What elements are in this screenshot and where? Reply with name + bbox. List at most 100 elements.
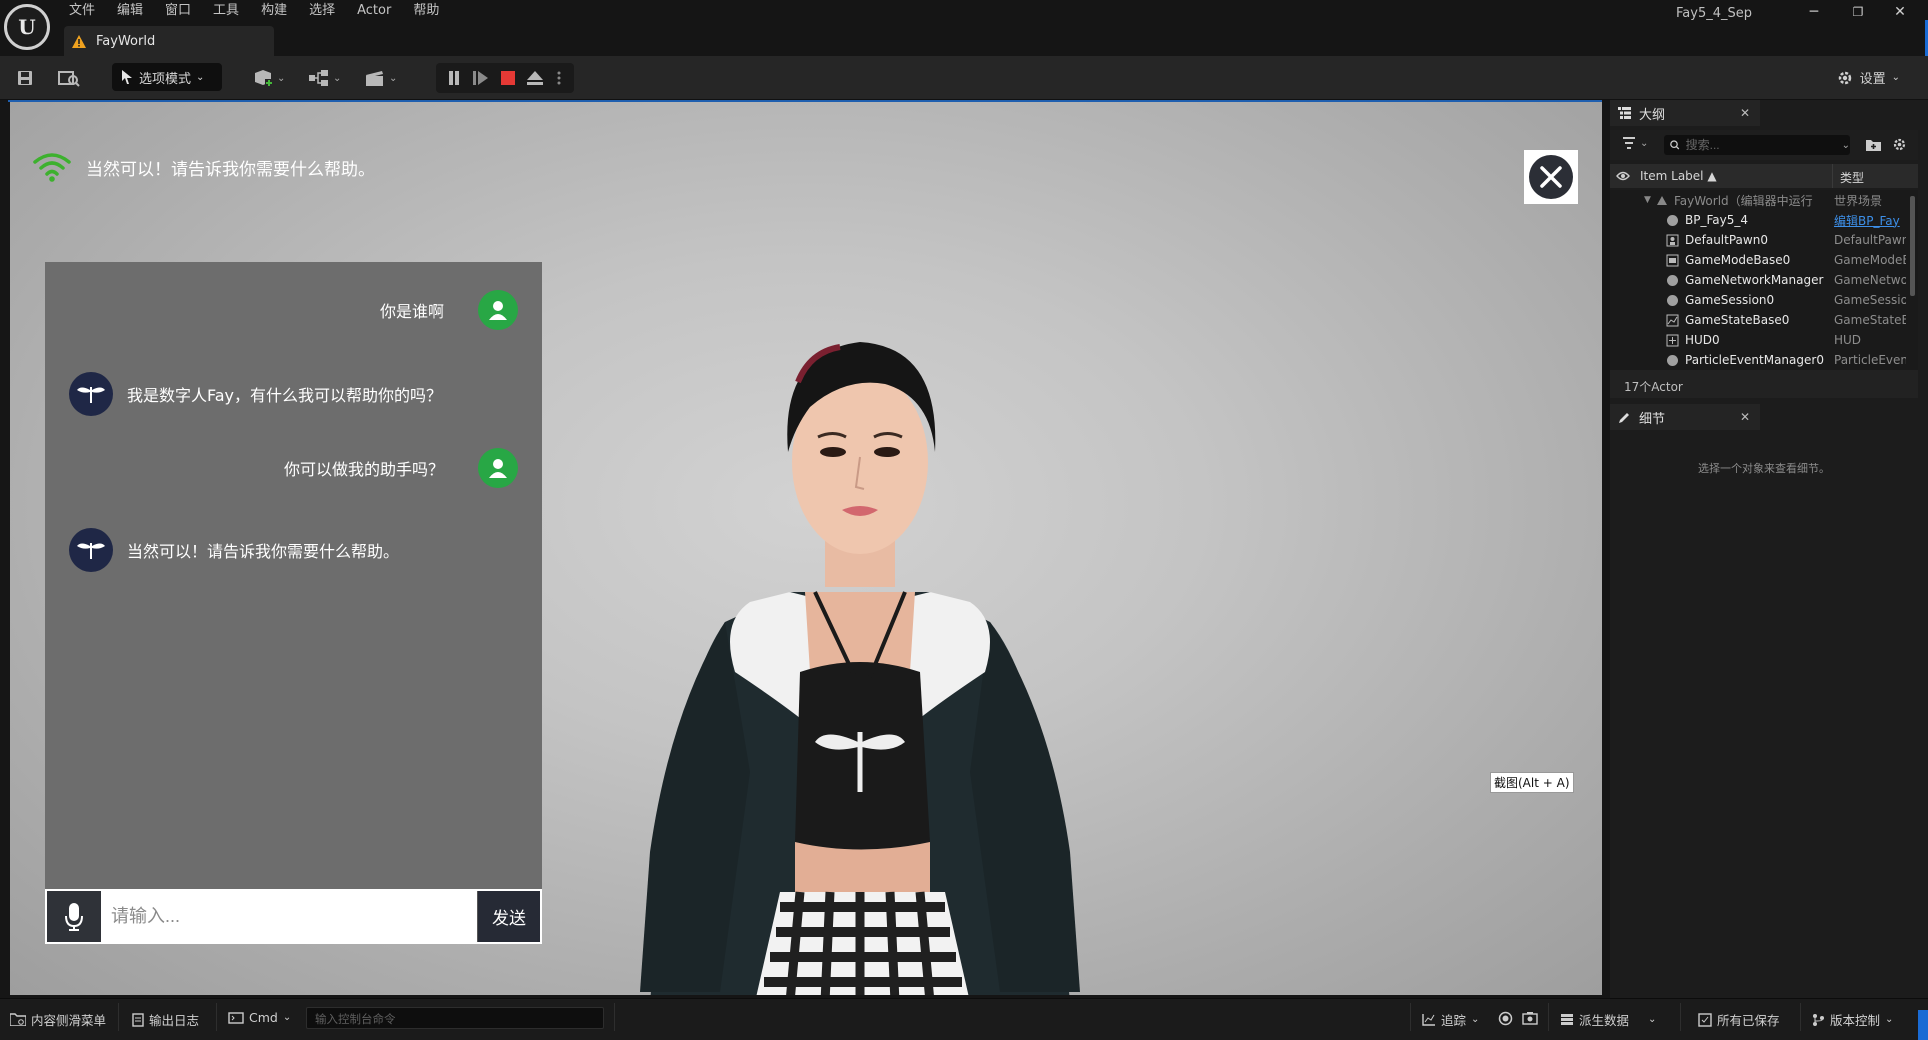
tree-row[interactable]: DefaultPawn0 DefaultPawn: [1610, 230, 1906, 250]
menu-window[interactable]: 窗口: [154, 3, 202, 19]
trace-label: 追踪: [1441, 1013, 1467, 1028]
visibility-eye-icon[interactable]: [1616, 171, 1630, 181]
console-command-box[interactable]: [306, 1007, 604, 1030]
column-divider: [1832, 164, 1833, 188]
chat-input[interactable]: [103, 891, 475, 942]
selection-mode-dropdown[interactable]: 选项模式 ⌄: [112, 63, 222, 91]
actor-name: ParticleEventManager0: [1685, 353, 1824, 367]
menu-help[interactable]: 帮助: [402, 3, 450, 19]
cursor-icon: [122, 70, 132, 84]
actor-name: GameModeBase0: [1685, 253, 1791, 267]
tree-row[interactable]: BP_Fay5_4 编辑BP_Fay: [1610, 210, 1906, 230]
close-tab-icon[interactable]: ✕: [1740, 106, 1750, 120]
menu-edit[interactable]: 编辑: [106, 3, 154, 19]
unreal-logo-icon[interactable]: U: [4, 4, 50, 50]
search-icon: [1670, 140, 1680, 150]
tree-row[interactable]: ParticleEventManager0 ParticleEven: [1610, 350, 1906, 370]
trace-dropdown[interactable]: 追踪 ⌄: [1422, 1010, 1479, 1029]
microphone-icon: [65, 902, 83, 931]
screenshot-tooltip: 截图(Alt + A): [1490, 772, 1574, 793]
actor-type-link[interactable]: 编辑BP_Fay: [1834, 212, 1906, 229]
output-log-button[interactable]: 输出日志: [132, 1010, 199, 1029]
chevron-down-icon: ⌄: [196, 71, 205, 83]
source-control-dropdown[interactable]: 版本控制 ⌄: [1812, 1010, 1893, 1029]
hud-icon: [1666, 334, 1679, 346]
actor-type: HUD: [1834, 333, 1862, 347]
send-button[interactable]: 发送: [477, 891, 540, 942]
menu-actor[interactable]: Actor: [346, 3, 402, 19]
separator: [1410, 1003, 1411, 1031]
close-window-button[interactable]: ✕: [1878, 2, 1922, 22]
close-chat-button[interactable]: [1524, 150, 1578, 204]
digital-human-character: [640, 342, 1080, 995]
separator: [1680, 1003, 1681, 1031]
actor-name: GameSession0: [1685, 293, 1775, 307]
outliner-scrollbar[interactable]: [1910, 190, 1915, 396]
more-options-icon[interactable]: [556, 70, 562, 86]
fay-avatar-icon: [69, 528, 113, 572]
console-command-input[interactable]: [307, 1010, 603, 1030]
tab-details[interactable]: 细节 ✕: [1610, 404, 1760, 430]
details-panel: [1610, 430, 1928, 990]
eject-icon[interactable]: [526, 70, 544, 86]
screenshot-icon[interactable]: [1522, 1011, 1538, 1025]
cinematics-icon[interactable]: ⌄: [364, 66, 397, 90]
column-item-label[interactable]: Item Label ▲: [1640, 169, 1717, 183]
bottom-status-bar: 内容侧滑菜单 输出日志 Cmd ⌄ 追踪 ⌄ 派生数据 ⌄: [0, 998, 1928, 1040]
content-drawer-button[interactable]: 内容侧滑菜单: [10, 1010, 106, 1029]
outliner-tree: ▼ FayWorld（编辑器中运行 世界场景 BP_Fay5_4 编辑BP_Fa…: [1610, 190, 1918, 396]
minimize-button[interactable]: ─: [1792, 2, 1836, 22]
tree-row[interactable]: GameNetworkManager GameNetwo: [1610, 270, 1906, 290]
fay-avatar-icon: [69, 372, 113, 416]
stop-icon[interactable]: [500, 70, 516, 86]
tree-row[interactable]: GameModeBase0 GameModeB: [1610, 250, 1906, 270]
microphone-button[interactable]: [47, 891, 101, 942]
console-icon: [228, 1011, 244, 1024]
column-type[interactable]: 类型: [1840, 169, 1864, 186]
settings-button[interactable]: 设置 ⌄: [1836, 68, 1900, 87]
all-saved-button[interactable]: 所有已保存: [1698, 1010, 1780, 1029]
gear-icon[interactable]: [1892, 137, 1907, 152]
separator: [216, 1003, 217, 1031]
close-tab-icon[interactable]: ✕: [1740, 410, 1750, 424]
restore-button[interactable]: ❐: [1836, 2, 1880, 22]
step-frame-icon[interactable]: [472, 70, 490, 86]
actor-type: GameStateB: [1834, 313, 1906, 327]
tree-row[interactable]: GameSession0 GameSessio: [1610, 290, 1906, 310]
database-icon: [1561, 1014, 1573, 1025]
outliner-search-input[interactable]: [1685, 138, 1836, 152]
level-tab[interactable]: FayWorld: [64, 26, 274, 56]
menu-file[interactable]: 文件: [58, 3, 106, 19]
save-status-icon: [1698, 1012, 1712, 1027]
tree-row-root[interactable]: ▼ FayWorld（编辑器中运行 世界场景: [1610, 190, 1906, 210]
blueprint-menu-icon[interactable]: ⌄: [308, 66, 341, 90]
add-actor-icon[interactable]: ⌄: [252, 66, 285, 90]
user-avatar-icon: [478, 290, 518, 330]
tree-row[interactable]: HUD0 HUD: [1610, 330, 1906, 350]
derived-data-dropdown[interactable]: 派生数据 ⌄: [1560, 1010, 1656, 1029]
expand-arrow-icon[interactable]: ▼: [1644, 195, 1651, 205]
menu-build[interactable]: 构建: [250, 3, 298, 19]
cmd-dropdown[interactable]: Cmd ⌄: [228, 1010, 291, 1025]
pause-icon[interactable]: [446, 70, 462, 86]
close-icon: [1529, 155, 1573, 199]
menu-select[interactable]: 选择: [298, 3, 346, 19]
chevron-down-icon: ⌄: [1891, 72, 1900, 83]
level-tab-label: FayWorld: [96, 33, 156, 49]
title-bar: U 文件 编辑 窗口 工具 构建 选择 Actor 帮助 FayWorld Fa…: [0, 0, 1928, 80]
outliner-search-box[interactable]: ⌄: [1664, 135, 1850, 155]
record-icon[interactable]: [1498, 1011, 1513, 1026]
filter-dropdown[interactable]: ⌄: [1622, 137, 1648, 149]
tree-row[interactable]: GameStateBase0 GameStateB: [1610, 310, 1906, 330]
add-folder-icon[interactable]: [1866, 138, 1881, 151]
save-icon[interactable]: [16, 66, 34, 90]
scrollbar-thumb[interactable]: [1910, 196, 1915, 296]
tab-outliner[interactable]: 大纲 ✕: [1610, 100, 1760, 126]
play-controls: [436, 63, 574, 93]
connection-status: 当然可以！请告诉我你需要什么帮助。: [32, 150, 375, 184]
gear-icon: [1838, 71, 1851, 84]
menu-tools[interactable]: 工具: [202, 3, 250, 19]
chat-message-user: 你是谁啊: [380, 290, 518, 330]
browse-icon[interactable]: [58, 66, 80, 90]
chevron-down-icon: ⌄: [389, 72, 398, 84]
